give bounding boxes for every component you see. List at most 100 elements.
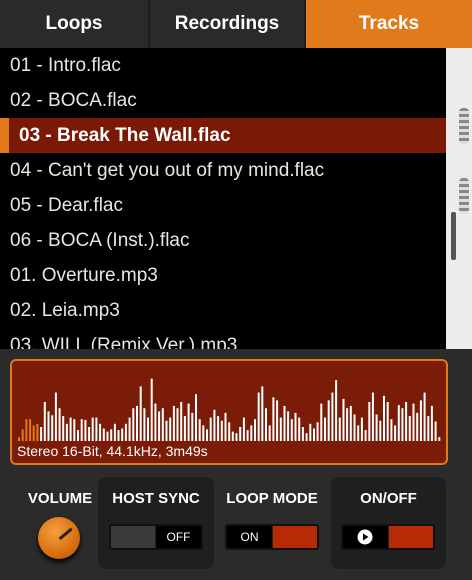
waveform-bar: [69, 417, 72, 441]
play-circle-icon: [343, 526, 388, 548]
track-list[interactable]: 01 - Intro.flac 02 - BOCA.flac 03 - Brea…: [0, 48, 446, 349]
waveform-bar: [110, 429, 113, 441]
waveform-bar: [239, 427, 242, 441]
waveform-bar: [128, 417, 131, 441]
waveform-bar: [242, 417, 245, 441]
waveform-bar: [390, 419, 393, 441]
knob-indicator-icon: [58, 527, 73, 541]
waveform-bar: [368, 402, 371, 441]
waveform-bar: [309, 423, 312, 441]
waveform-bar: [371, 392, 374, 441]
waveform-bar: [21, 429, 24, 441]
waveform-bar: [375, 414, 378, 441]
waveform-bar: [77, 430, 79, 441]
waveform-bar: [136, 405, 138, 441]
waveform-bar: [265, 408, 267, 441]
track-item[interactable]: 01 - Intro.flac: [0, 48, 446, 83]
waveform-bar: [113, 423, 116, 441]
waveform-bar: [320, 403, 323, 441]
scrollbar-thumb[interactable]: [451, 212, 456, 260]
waveform-bar: [25, 419, 28, 441]
waveform-bar: [132, 408, 135, 441]
grip-handle-icon: [459, 108, 469, 144]
waveform-bar: [29, 419, 32, 441]
tab-recordings[interactable]: Recordings: [150, 0, 306, 48]
waveform-bar: [180, 402, 183, 441]
waveform-bar: [283, 405, 286, 441]
waveform-bar: [357, 425, 360, 441]
waveform-bar: [106, 431, 109, 441]
waveform-bar: [261, 386, 264, 441]
waveform-bar: [327, 400, 330, 441]
waveform-bar: [154, 403, 157, 441]
waveform-bar: [379, 420, 382, 441]
waveform-panel[interactable]: Stereo 16-Bit, 44.1kHz, 3m49s: [10, 359, 448, 465]
waveform-bar: [88, 427, 91, 441]
waveform-bar: [99, 423, 102, 441]
waveform-bar: [401, 408, 404, 441]
track-item[interactable]: 02. Leia.mp3: [0, 293, 446, 328]
waveform-bar: [169, 417, 172, 441]
waveform-bar: [397, 405, 400, 441]
onoff-toggle[interactable]: [341, 524, 435, 550]
waveform-bar: [298, 417, 301, 441]
waveform-bar: [408, 416, 411, 441]
waveform-bar: [268, 425, 271, 441]
waveform-bar: [305, 433, 308, 441]
waveform-bar: [246, 430, 249, 441]
track-item-selected[interactable]: 03 - Break The Wall.flac: [0, 118, 446, 153]
loop-mode-label: LOOP MODE: [226, 490, 318, 507]
host-sync-state: OFF: [166, 530, 191, 544]
tab-tracks[interactable]: Tracks: [306, 0, 472, 48]
waveform-bar: [272, 397, 275, 441]
waveform-bar: [346, 408, 349, 441]
waveform-bar: [338, 417, 341, 441]
waveform-bar: [62, 416, 65, 441]
waveform-bar: [331, 392, 334, 441]
loop-mode-state: ON: [240, 530, 259, 544]
track-item[interactable]: 06 - BOCA (Inst.).flac: [0, 223, 446, 258]
waveform-bar: [58, 408, 61, 441]
loop-mode-toggle[interactable]: ON: [225, 524, 319, 550]
waveform-bar: [290, 419, 293, 441]
waveform-bar: [51, 415, 54, 441]
tab-loops[interactable]: Loops: [0, 0, 150, 48]
toggle-thumb: [111, 526, 157, 548]
waveform-bar: [143, 408, 146, 441]
waveform-bar: [353, 414, 356, 441]
track-item[interactable]: 03. WILL (Remix Ver.).mp3: [0, 328, 446, 349]
volume-knob[interactable]: [38, 517, 80, 559]
waveform-bar: [161, 408, 164, 441]
waveform-bar: [73, 419, 76, 441]
waveform-bar: [394, 425, 397, 441]
waveform-bar: [165, 420, 168, 441]
track-item[interactable]: 05 - Dear.flac: [0, 188, 446, 223]
waveform-bar: [147, 417, 149, 441]
waveform-bar: [257, 392, 260, 441]
tab-bar: Loops Recordings Tracks: [0, 0, 472, 48]
grip-handle-icon: [459, 178, 469, 214]
waveform-bar: [213, 409, 216, 441]
track-item[interactable]: 01. Overture.mp3: [0, 258, 446, 293]
waveform-bar: [335, 380, 338, 441]
waveform-bar: [316, 422, 319, 441]
track-item[interactable]: 04 - Can't get you out of my mind.flac: [0, 153, 446, 188]
waveform-bar: [254, 419, 256, 441]
waveform-bar: [231, 431, 234, 441]
waveform-bar: [206, 429, 208, 441]
waveform-bar: [209, 417, 212, 441]
host-sync-toggle[interactable]: OFF: [109, 524, 203, 550]
waveform-bar: [386, 402, 389, 441]
waveform-bar: [412, 403, 415, 441]
waveform-bar: [349, 405, 352, 441]
waveform-bar: [250, 425, 253, 441]
track-item[interactable]: 02 - BOCA.flac: [0, 83, 446, 118]
waveform-bar: [228, 422, 231, 441]
waveform-bar: [294, 412, 297, 441]
waveform-bar: [95, 417, 98, 441]
waveform-bar: [430, 405, 433, 441]
host-sync-label: HOST SYNC: [112, 490, 200, 507]
toggle-thumb: [387, 526, 433, 548]
waveform-bar: [176, 408, 179, 441]
waveform-bar: [191, 412, 194, 441]
